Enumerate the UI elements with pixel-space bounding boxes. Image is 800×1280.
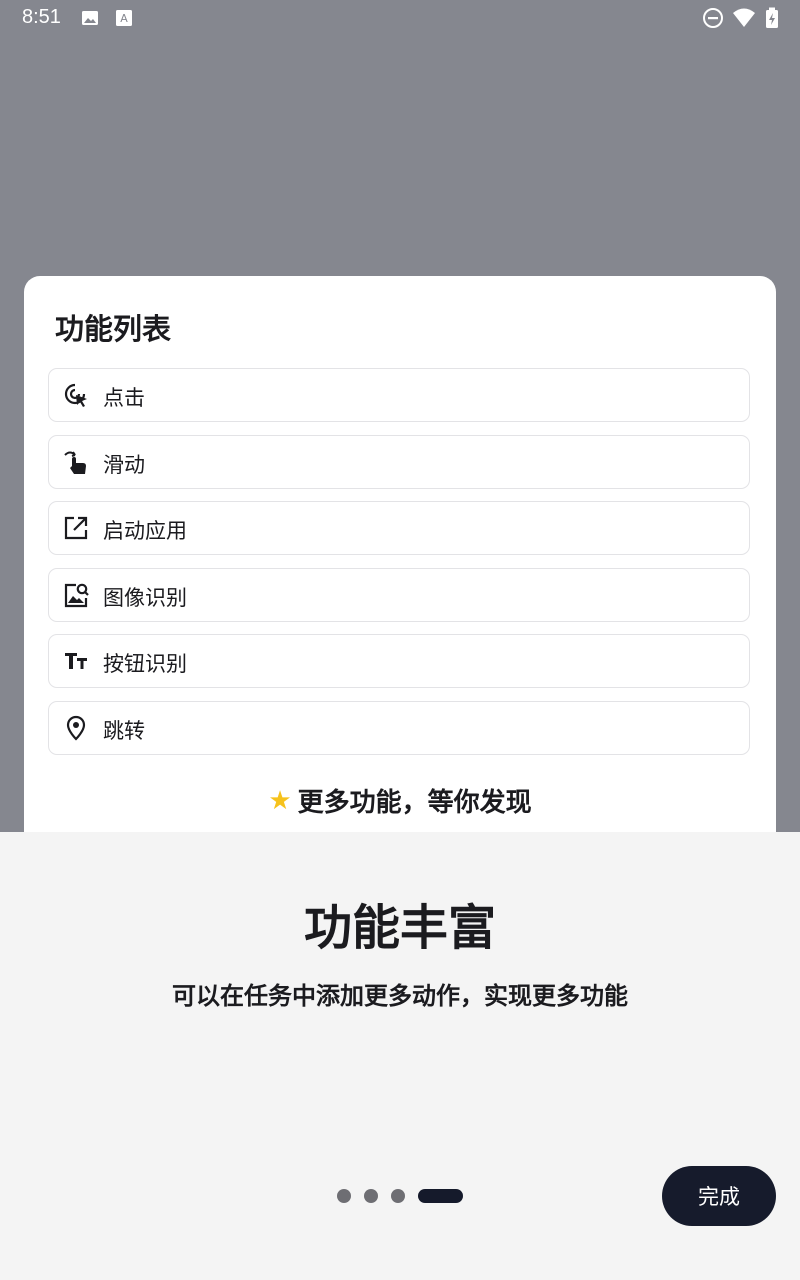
- feature-label: 滑动: [103, 453, 145, 477]
- feature-list-card: 功能列表 点击 滑动 启动应用 图像识别 按钮识别 跳转 ★ 更多功能，等你发现: [24, 276, 776, 836]
- feature-item-jump[interactable]: 跳转: [48, 701, 750, 755]
- feature-item-button-recognition[interactable]: 按钮识别: [48, 634, 750, 688]
- feature-label: 启动应用: [103, 519, 187, 543]
- onboarding-panel: 功能丰富 可以在任务中添加更多动作，实现更多功能 完成: [0, 832, 800, 1280]
- image-icon: [82, 11, 98, 25]
- feature-label: 点击: [103, 386, 145, 410]
- feature-item-launch-app[interactable]: 启动应用: [48, 501, 750, 555]
- image-search-icon: [64, 583, 89, 608]
- feature-label: 跳转: [103, 719, 145, 743]
- feature-item-swipe[interactable]: 滑动: [48, 435, 750, 489]
- more-features-text: 更多功能，等你发现: [297, 788, 532, 818]
- status-bar: 8:51 A: [0, 0, 800, 36]
- done-button[interactable]: 完成: [662, 1166, 776, 1226]
- onboarding-title: 功能丰富: [303, 900, 496, 956]
- page-dot[interactable]: [364, 1189, 378, 1203]
- tap-icon: [64, 383, 87, 407]
- status-time: 8:51: [22, 6, 61, 28]
- card-title: 功能列表: [55, 312, 172, 346]
- battery-charging-icon: [766, 7, 778, 28]
- onboarding-subtitle: 可以在任务中添加更多动作，实现更多功能: [172, 982, 628, 1010]
- page-dot[interactable]: [391, 1189, 405, 1203]
- location-pin-icon: [66, 715, 86, 741]
- feature-item-tap[interactable]: 点击: [48, 368, 750, 422]
- page-dot[interactable]: [337, 1189, 351, 1203]
- star-icon: ★: [268, 785, 292, 816]
- page-dot-active[interactable]: [418, 1189, 463, 1203]
- text-size-icon: [65, 653, 87, 669]
- do-not-disturb-icon: [703, 8, 723, 28]
- feature-label: 按钮识别: [103, 652, 187, 676]
- swipe-icon: [64, 451, 86, 474]
- open-external-icon: [64, 516, 88, 540]
- text-notification-icon: A: [116, 10, 132, 26]
- svg-text:A: A: [120, 12, 128, 25]
- feature-item-image-recognition[interactable]: 图像识别: [48, 568, 750, 622]
- wifi-icon: [733, 8, 755, 27]
- more-features-row: ★ 更多功能，等你发现: [24, 782, 776, 819]
- feature-label: 图像识别: [103, 586, 187, 610]
